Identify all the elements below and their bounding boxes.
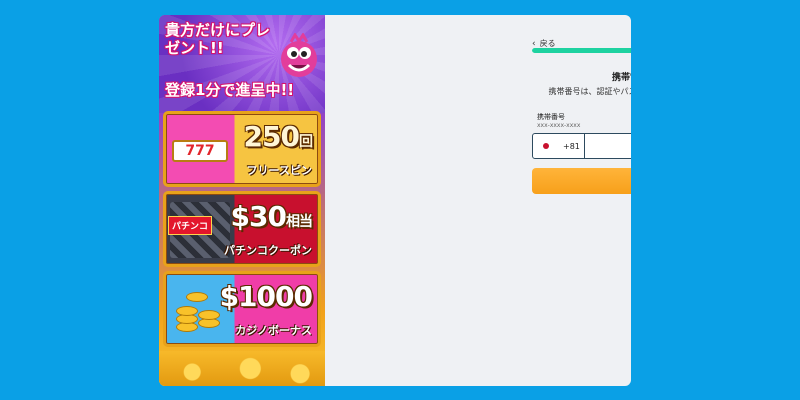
promo-card-value: $1000: [219, 280, 313, 313]
slot-digits: 777: [185, 143, 215, 159]
phone-input-group: +81 ✓: [532, 133, 631, 159]
country-code-select[interactable]: +81: [533, 134, 585, 158]
free-spins-unit: 回: [299, 134, 313, 150]
promo-headline-top: 貴方だけにプレゼント!!: [165, 21, 271, 57]
promo-card-value: $30相当: [230, 200, 313, 237]
coin-pile-decoration: [159, 351, 325, 386]
phone-form: ‹ 戻る 携帯電話番号の入力 携帯番号は、認証やパスワード再設定にも必要になりま…: [325, 15, 631, 386]
promo-banner: 貴方だけにプレゼント!! 登録1分で進呈中!! 777 250回 フリースピン …: [159, 15, 325, 386]
free-spins-count: 250: [243, 120, 300, 153]
signup-modal: 貴方だけにプレゼント!! 登録1分で進呈中!! 777 250回 フリースピン …: [159, 15, 631, 386]
phone-field-label: 携帯番号: [537, 113, 565, 121]
coupon-unit: 相当: [286, 214, 313, 230]
country-code: +81: [563, 141, 580, 151]
coupon-value: $30: [230, 200, 287, 233]
promo-card-pachinko: パチンコ $30相当 パチンコクーポン: [163, 191, 321, 267]
promo-card-value: 250回: [243, 120, 313, 157]
progress-fill: [532, 48, 631, 53]
next-button[interactable]: 次へ: [532, 168, 631, 194]
promo-card-casino-bonus: $1000 カジノボーナス: [163, 271, 321, 347]
promo-card-label: パチンコクーポン: [224, 244, 312, 257]
chevron-left-icon: ‹: [532, 38, 536, 49]
phone-number-input[interactable]: [585, 134, 631, 158]
promo-card-free-spins: 777 250回 フリースピン: [163, 111, 321, 187]
promo-card-label: フリースピン: [246, 164, 312, 177]
promo-headline-bottom: 登録1分で進呈中!!: [165, 81, 295, 99]
pachinko-tag: パチンコ: [168, 216, 213, 235]
japan-flag-icon: [541, 141, 551, 151]
progress-bar: [532, 48, 631, 53]
promo-card-label: カジノボーナス: [235, 324, 312, 337]
mascot-icon: [281, 33, 317, 77]
slot-reels-icon: 777: [172, 140, 228, 162]
form-subtitle: 携帯番号は、認証やパスワード再設定にも必要になります: [548, 87, 632, 96]
phone-field-hint: xxx-xxxx-xxxx: [537, 122, 581, 129]
form-title: 携帯電話番号の入力: [611, 73, 631, 83]
promo-header: 貴方だけにプレゼント!! 登録1分で進呈中!!: [159, 15, 325, 113]
